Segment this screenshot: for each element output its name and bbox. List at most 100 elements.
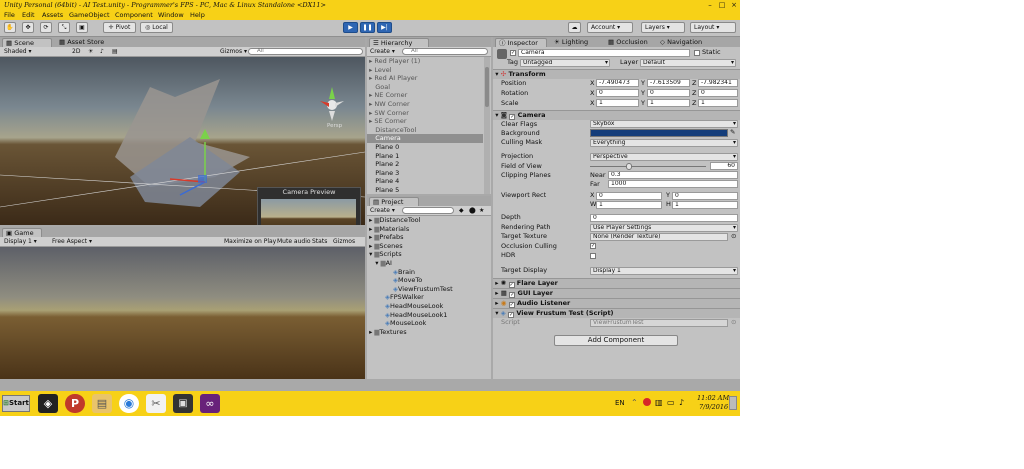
near-input[interactable]: 0.3 — [608, 171, 738, 179]
maximize-on-play-toggle[interactable]: Maximize on Play — [224, 238, 276, 245]
background-color-swatch[interactable] — [590, 129, 728, 137]
security-alert-icon[interactable] — [643, 398, 651, 406]
scale-z-input[interactable]: 1 — [698, 99, 738, 107]
tab-occlusion[interactable]: ▦ Occlusion — [605, 38, 651, 47]
chrome-icon[interactable]: ◉ — [119, 394, 139, 413]
hierarchy-scrollbar[interactable] — [484, 57, 490, 194]
minimize-icon[interactable]: – — [706, 1, 714, 9]
shaded-dropdown[interactable]: Shaded ▾ — [4, 48, 32, 55]
tab-asset-store[interactable]: ▦ Asset Store — [56, 38, 107, 47]
game-gizmos-dropdown[interactable]: Gizmos — [333, 238, 355, 245]
object-picker-icon[interactable]: ⊙ — [731, 232, 736, 241]
start-button[interactable]: ⊞Start — [2, 395, 30, 412]
project-folder[interactable]: ▸ ▆Scenes — [367, 242, 491, 251]
tab-game[interactable]: ▣ Game — [2, 228, 42, 237]
move-tool-icon[interactable]: ✥ — [22, 22, 34, 33]
active-checkbox[interactable]: ✓ — [510, 50, 516, 56]
fov-input[interactable]: 60 — [710, 162, 738, 170]
target-texture-field[interactable]: None (Render Texture) — [590, 233, 728, 241]
project-script[interactable]: ◈MouseLook — [367, 319, 491, 328]
display-dropdown[interactable]: Display 1 ▾ — [4, 238, 37, 245]
project-folder[interactable]: ▸ ▆Textures — [367, 328, 491, 337]
hierarchy-item[interactable]: ▸ Red Player (1) — [367, 57, 483, 66]
depth-input[interactable]: 0 — [590, 214, 738, 222]
hierarchy-item[interactable]: ▸ Red AI Player — [367, 74, 483, 83]
gizmos-dropdown[interactable]: Gizmos ▾ — [220, 48, 247, 55]
lighting-toggle-icon[interactable]: ☀ — [88, 48, 93, 55]
flare-layer-header[interactable]: ▸ ✺ ✓ Flare Layer — [493, 278, 740, 288]
cloud-icon[interactable]: ☁ — [568, 22, 581, 33]
hierarchy-item[interactable]: Plane 2 — [367, 160, 483, 169]
gui-layer-header[interactable]: ▸ ▦ ✓ GUI Layer — [493, 288, 740, 298]
pause-button[interactable]: ❚❚ — [360, 22, 375, 33]
scale-x-input[interactable]: 1 — [596, 99, 639, 107]
viewport-x-input[interactable]: 0 — [596, 192, 662, 200]
hierarchy-item[interactable]: ▸ SE Corner — [367, 117, 483, 126]
network-icon[interactable]: ▥ — [655, 398, 663, 407]
snipping-tool-icon[interactable]: ✂ — [146, 394, 166, 413]
local-toggle[interactable]: ◎ Local — [140, 22, 173, 33]
game-viewport[interactable] — [0, 247, 365, 379]
rotation-x-input[interactable]: 0 — [596, 89, 639, 97]
audio-toggle-icon[interactable]: ♪ — [100, 48, 104, 55]
hierarchy-item-selected[interactable]: Camera — [367, 134, 483, 143]
static-checkbox[interactable] — [694, 50, 700, 56]
hierarchy-create-dropdown[interactable]: Create ▾ — [370, 48, 395, 55]
language-indicator[interactable]: EN — [615, 399, 625, 407]
project-script[interactable]: ◈ViewFrustumTest — [367, 285, 491, 294]
hierarchy-item[interactable]: DistanceTool — [367, 126, 483, 135]
project-folder[interactable]: ▸ ▆DistanceTool — [367, 216, 491, 225]
filter-label-icon[interactable]: ⬤ — [469, 207, 476, 214]
scale-tool-icon[interactable]: ⤡ — [58, 22, 70, 33]
project-search-input[interactable] — [402, 207, 454, 214]
project-folder[interactable]: ▾ ▆AI — [367, 259, 491, 268]
maximize-icon[interactable]: □ — [718, 1, 726, 9]
hierarchy-item[interactable]: ▸ NE Corner — [367, 91, 483, 100]
hierarchy-scrollbar-thumb[interactable] — [485, 67, 489, 107]
project-folder[interactable]: ▾ ▆Scripts — [367, 250, 491, 259]
hierarchy-item[interactable]: Plane 4 — [367, 177, 483, 186]
tag-dropdown[interactable]: Untagged — [520, 59, 610, 67]
menu-assets[interactable]: Assets — [42, 11, 63, 20]
occlusion-culling-checkbox[interactable]: ✓ — [590, 243, 596, 249]
hierarchy-item[interactable]: Plane 5 — [367, 186, 483, 194]
hierarchy-item[interactable]: ▸ SW Corner — [367, 109, 483, 118]
step-button[interactable]: ▶| — [377, 22, 392, 33]
rotation-y-input[interactable]: 0 — [647, 89, 690, 97]
p-app-icon[interactable]: P — [65, 394, 85, 413]
pivot-toggle[interactable]: ✛ Pivot — [103, 22, 136, 33]
clock-date[interactable]: 7/9/2016 — [699, 403, 728, 411]
hierarchy-item[interactable]: Plane 0 — [367, 143, 483, 152]
menu-gameobject[interactable]: GameObject — [69, 11, 110, 20]
scene-search-input[interactable]: All — [248, 48, 363, 55]
visual-studio-icon[interactable]: ∞ — [200, 394, 220, 413]
project-create-dropdown[interactable]: Create ▾ — [370, 207, 395, 214]
filter-type-icon[interactable]: ◆ — [459, 207, 464, 214]
tab-hierarchy[interactable]: ☰ Hierarchy — [369, 38, 429, 47]
target-display-dropdown[interactable]: Display 1 — [590, 267, 738, 275]
menu-help[interactable]: Help — [190, 11, 205, 20]
transform-header[interactable]: ▾ ✣ Transform — [493, 69, 740, 79]
project-script[interactable]: ◈HeadMouseLook — [367, 302, 491, 311]
account-dropdown[interactable]: Account ▾ — [587, 22, 633, 33]
media-app-icon[interactable]: ▣ — [173, 394, 193, 413]
chevron-up-icon[interactable]: ⌃ — [631, 398, 638, 407]
viewport-w-input[interactable]: 1 — [596, 201, 662, 209]
2d-toggle[interactable]: 2D — [72, 48, 80, 55]
rendering-path-dropdown[interactable]: Use Player Settings — [590, 224, 738, 232]
scene-viewport[interactable]: Persp Camera Preview — [0, 57, 365, 225]
audio-listener-header[interactable]: ▸ ◉ ✓ Audio Listener — [493, 298, 740, 308]
menu-file[interactable]: File — [4, 11, 15, 20]
project-folder[interactable]: ▸ ▆Prefabs — [367, 233, 491, 242]
tab-lighting[interactable]: ☀ Lighting — [551, 38, 591, 47]
file-explorer-icon[interactable]: ▤ — [92, 394, 112, 413]
fov-slider-track[interactable] — [590, 166, 706, 167]
hierarchy-item[interactable]: Plane 3 — [367, 169, 483, 178]
play-button[interactable]: ▶ — [343, 22, 358, 33]
show-desktop-button[interactable] — [729, 396, 737, 410]
hierarchy-search-input[interactable]: All — [402, 48, 488, 55]
tab-scene[interactable]: ▦ Scene — [2, 38, 52, 47]
projection-dropdown[interactable]: Perspective — [590, 153, 738, 161]
project-folder[interactable]: ▸ ▆Materials — [367, 225, 491, 234]
hierarchy-item[interactable]: ▸ Level — [367, 66, 483, 75]
